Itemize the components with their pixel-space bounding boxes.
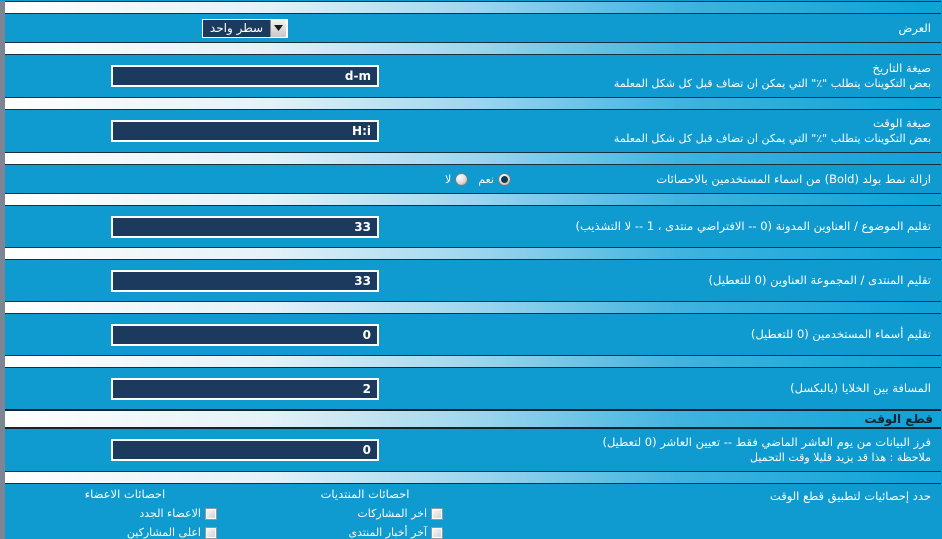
remove-bold-radio-group[interactable]: نعم لا — [445, 172, 511, 186]
separator-top — [5, 1, 941, 14]
checkbox-label: الاعضاء الجدد — [139, 507, 201, 520]
checkbox-icon[interactable] — [431, 507, 443, 520]
checkbox-row[interactable]: اخر المشاركات — [245, 504, 485, 523]
time-format-label: صيغة الوقت — [872, 115, 931, 130]
time-format-input[interactable] — [111, 120, 379, 142]
radio-option-yes[interactable]: نعم — [478, 172, 511, 186]
trim-topic-field-area — [5, 207, 485, 246]
row-date-format: صيغة التاريخ بعض التكوينات يتطلب "٪" الت… — [5, 56, 941, 96]
display-mode-select[interactable]: سطر واحد — [201, 18, 289, 38]
separator-4 — [5, 193, 941, 206]
trim-forum-field-area — [5, 261, 485, 300]
row-display: سطر واحد العرض — [5, 15, 941, 41]
stats-column-members-title: احصائات الاعضاء — [84, 487, 166, 501]
radio-dot-no[interactable] — [455, 172, 469, 186]
cutoff-label-box: فرز البيانات من يوم العاشر الماضي فقط --… — [602, 434, 933, 467]
cutoff-input[interactable] — [111, 439, 379, 461]
cutoff-label: فرز البيانات من يوم العاشر الماضي فقط --… — [602, 434, 931, 449]
checkbox-row[interactable]: اعلى المشاركين — [5, 523, 245, 539]
section-title-timecut: قطع الوقت — [864, 412, 933, 426]
checkbox-label: اخر المشاركات — [357, 507, 427, 520]
display-field-area: سطر واحد — [5, 15, 485, 41]
row-timecut-cutoff: فرز البيانات من يوم العاشر الماضي فقط --… — [5, 430, 941, 470]
trim-forum-label: تقليم المنتدى / المجموعة العناوين (0 للت… — [708, 273, 931, 288]
date-format-label: صيغة التاريخ — [872, 60, 931, 75]
date-format-field-area — [5, 56, 485, 96]
row-trim-topic: تقليم الموضوع / العناوين المدونة (0 -- ا… — [5, 207, 941, 246]
radio-dot-yes[interactable] — [497, 172, 511, 186]
checkbox-icon[interactable] — [431, 526, 443, 539]
separator-1 — [5, 42, 941, 55]
display-label: العرض — [898, 20, 932, 35]
row-trim-forum: تقليم المنتدى / المجموعة العناوين (0 للت… — [5, 261, 941, 300]
trim-users-field-area — [5, 315, 485, 354]
trim-users-input[interactable] — [111, 323, 379, 346]
remove-bold-field-area: نعم لا — [5, 166, 511, 192]
radio-option-no[interactable]: لا — [445, 172, 469, 186]
cutoff-hint: ملاحظة : هذا قد يزيد قليلا وقت التحميل — [750, 451, 931, 465]
radio-label-no: لا — [445, 172, 452, 186]
time-format-label-box: صيغة الوقت بعض التكوينات يتطلب "٪" التي … — [614, 115, 933, 148]
trim-topic-input[interactable] — [111, 215, 379, 238]
stats-checkbox-columns: احصائات المنتديات اخر المشاركات آخر أخبا… — [5, 485, 485, 539]
trim-users-label: تقليم أسماء المستخدمين (0 للتعطيل) — [750, 327, 931, 342]
cell-spacing-label: المسافة بين الخلايا (بالبكسل) — [790, 381, 931, 396]
settings-panel: سطر واحد العرض صيغة التاريخ بعض التكوينا… — [0, 1, 942, 539]
separator-2 — [5, 97, 941, 110]
checkbox-row[interactable]: الاعضاء الجدد — [5, 504, 245, 523]
display-mode-value: سطر واحد — [209, 21, 264, 35]
cutoff-field-area — [5, 430, 485, 470]
checkbox-label: اعلى المشاركين — [126, 526, 201, 539]
cell-spacing-field-area — [5, 369, 485, 408]
checkbox-icon[interactable] — [205, 507, 217, 520]
row-time-format: صيغة الوقت بعض التكوينات يتطلب "٪" التي … — [5, 111, 941, 151]
row-remove-bold: نعم لا ازالة نمط بولد (Bold) من اسماء ال… — [5, 166, 941, 192]
stats-column-members: احصائات الاعضاء الاعضاء الجدد اعلى المشا… — [5, 487, 245, 539]
separator-5 — [5, 247, 941, 260]
stats-column-forums-title: احصائات المنتديات — [320, 487, 410, 501]
row-trim-users: تقليم أسماء المستخدمين (0 للتعطيل) — [5, 315, 941, 354]
chevron-down-icon[interactable] — [270, 19, 288, 37]
trim-topic-label: تقليم الموضوع / العناوين المدونة (0 -- ا… — [575, 219, 931, 234]
date-format-input[interactable] — [111, 65, 379, 87]
checkbox-icon[interactable] — [205, 526, 217, 539]
section-header-timecut: قطع الوقت — [5, 409, 941, 429]
row-cell-spacing: المسافة بين الخلايا (بالبكسل) — [5, 369, 941, 408]
separator-6 — [5, 301, 941, 314]
separator-3 — [5, 152, 941, 165]
stats-column-forums: احصائات المنتديات اخر المشاركات آخر أخبا… — [245, 487, 485, 539]
date-format-label-box: صيغة التاريخ بعض التكوينات يتطلب "٪" الت… — [614, 60, 933, 93]
checkbox-label: آخر أخبار المنتدى — [348, 526, 427, 539]
time-format-field-area — [5, 111, 485, 151]
trim-forum-input[interactable] — [111, 269, 379, 292]
separator-7 — [5, 355, 941, 368]
radio-label-yes: نعم — [478, 172, 494, 186]
timecut-stats-section: احصائات المنتديات اخر المشاركات آخر أخبا… — [5, 485, 941, 539]
cell-spacing-input[interactable] — [111, 377, 379, 400]
remove-bold-label: ازالة نمط بولد (Bold) من اسماء المستخدمي… — [656, 171, 931, 186]
separator-8 — [5, 471, 941, 484]
date-format-hint: بعض التكوينات يتطلب "٪" التي يمكن ان تضا… — [613, 77, 931, 91]
checkbox-row[interactable]: آخر أخبار المنتدى — [245, 523, 485, 539]
time-format-hint: بعض التكوينات يتطلب "٪" التي يمكن ان تضا… — [613, 132, 931, 146]
